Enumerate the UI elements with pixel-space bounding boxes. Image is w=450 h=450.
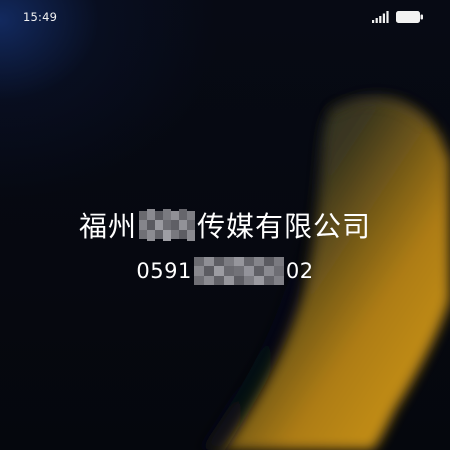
redacted-mosaic xyxy=(193,257,284,285)
caller-name: 福州 传媒有限公司 xyxy=(79,200,371,250)
status-bar: 15:49 xyxy=(0,0,450,34)
caller-number-prefix: 0591 xyxy=(136,259,192,283)
caller-number-suffix: 02 xyxy=(285,259,314,283)
status-time: 15:49 xyxy=(23,10,58,24)
battery-icon xyxy=(396,11,423,23)
caller-name-prefix: 福州 xyxy=(78,210,137,243)
caller-number: 0591 02 xyxy=(136,254,313,288)
redacted-mosaic xyxy=(139,209,195,241)
incoming-call-screen: 15:49 福州 传媒有限公司 0591 02 xyxy=(0,0,450,450)
caller-name-suffix: 传媒有限公司 xyxy=(197,210,372,243)
signal-icon xyxy=(372,11,389,23)
caller-info: 福州 传媒有限公司 0591 02 xyxy=(0,200,450,288)
